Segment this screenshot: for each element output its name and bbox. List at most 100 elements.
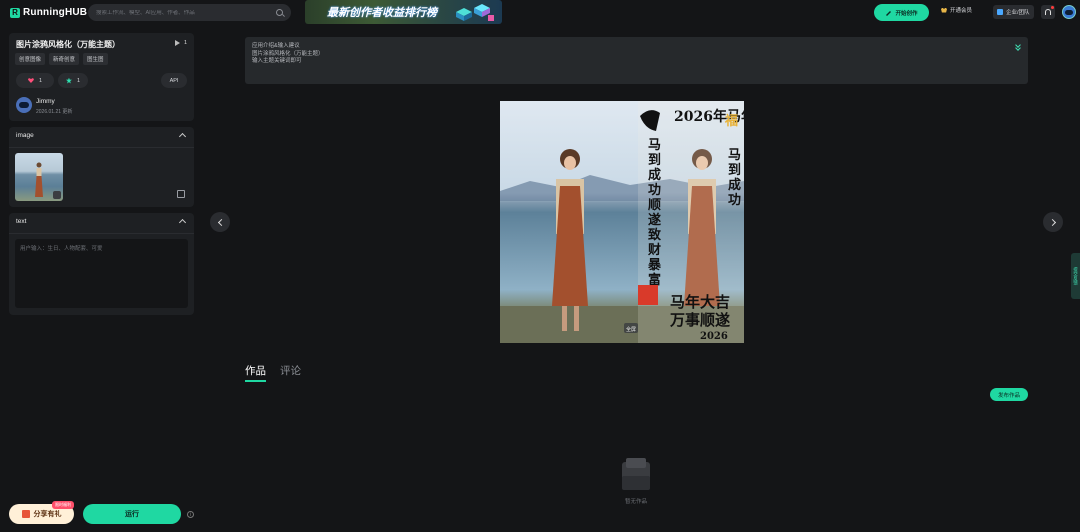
expand-chevron-icon[interactable] bbox=[1015, 42, 1021, 51]
svg-text:到: 到 bbox=[648, 153, 661, 168]
author-name[interactable]: Jimmy bbox=[36, 98, 55, 105]
crown-icon bbox=[941, 7, 947, 13]
poster-artwork: 2026年马年 福 马 到 成 功 顺 遂 致 财 暴 富 马 到 成 功 马年… bbox=[500, 101, 744, 343]
play-icon bbox=[174, 40, 180, 46]
tab-works[interactable]: 作品 bbox=[245, 363, 266, 382]
svg-text:功: 功 bbox=[728, 193, 741, 208]
promo-banner-text: 最新创作者收益排行榜 bbox=[327, 7, 437, 19]
user-avatar[interactable] bbox=[1062, 5, 1076, 19]
avatar-face-icon bbox=[19, 102, 29, 108]
input-image-thumbnail[interactable] bbox=[15, 153, 63, 201]
collapse-chevron-icon[interactable] bbox=[178, 132, 187, 141]
woman-figure-icon bbox=[35, 162, 43, 197]
cubes-illustration-icon bbox=[456, 4, 494, 21]
gift-icon bbox=[21, 510, 30, 518]
brush-icon bbox=[886, 11, 892, 16]
svg-text:成: 成 bbox=[648, 167, 661, 183]
poster-bottom-year: 2026 bbox=[700, 331, 728, 342]
collapse-chevron-icon[interactable] bbox=[178, 218, 187, 227]
favorite-count: 1 bbox=[76, 77, 81, 84]
run-button[interactable]: 运行 bbox=[83, 504, 181, 524]
logo[interactable]: R RunningHUB bbox=[10, 7, 87, 18]
feedback-side-tab[interactable]: 提交反馈 bbox=[1071, 253, 1080, 299]
vip-link[interactable]: 开通会员 bbox=[941, 6, 972, 14]
start-create-button[interactable]: 开始创作 bbox=[874, 4, 929, 21]
like-button[interactable]: 1 bbox=[16, 73, 54, 88]
run-count-value: 1 bbox=[183, 40, 187, 46]
publish-work-button[interactable]: 发布作品 bbox=[990, 388, 1028, 401]
empty-state-text: 暂无作品 bbox=[624, 499, 647, 505]
text-input-panel: text 用户输入：生日、人物配套、可爱 bbox=[9, 213, 194, 315]
text-section-label: text bbox=[16, 218, 27, 225]
logo-icon: R bbox=[10, 7, 20, 18]
search-input[interactable] bbox=[96, 9, 276, 16]
poster-bottom-line1: 马年大吉 bbox=[670, 293, 730, 311]
vip-label: 开通会员 bbox=[950, 8, 973, 14]
top-bar: R RunningHUB 最新创作者收益排行榜 开始创作 开通会员 企业/团队 bbox=[0, 0, 1080, 26]
enterprise-label: 企业/团队 bbox=[1006, 10, 1030, 16]
svg-text:财: 财 bbox=[648, 242, 661, 258]
notification-button[interactable] bbox=[1041, 5, 1055, 19]
svg-text:顺: 顺 bbox=[648, 198, 661, 213]
divider bbox=[9, 233, 194, 234]
workflow-title: 图片涂鸦风格化（万能主题） bbox=[16, 40, 120, 49]
tag[interactable]: 新奇创意 bbox=[49, 53, 80, 65]
svg-text:到: 到 bbox=[728, 163, 741, 178]
tag[interactable]: 创意图像 bbox=[15, 53, 46, 65]
like-count: 1 bbox=[38, 77, 43, 84]
svg-text:遂: 遂 bbox=[648, 212, 661, 228]
tag[interactable]: 图生图 bbox=[83, 53, 108, 65]
chevron-right-icon bbox=[1048, 218, 1056, 226]
next-image-button[interactable] bbox=[1043, 212, 1063, 232]
svg-text:致: 致 bbox=[648, 227, 662, 243]
start-create-label: 开始创作 bbox=[895, 10, 918, 17]
author-avatar[interactable] bbox=[16, 97, 32, 113]
fu-seal-icon bbox=[638, 285, 658, 305]
share-label: 分享有礼 bbox=[33, 511, 62, 518]
poster-left-column: 马 到 成 功 顺 遂 致 财 暴 富 bbox=[647, 138, 662, 288]
limited-badge: 限时福利 bbox=[52, 501, 74, 509]
logo-text: RunningHUB bbox=[23, 7, 88, 18]
svg-text:暴: 暴 bbox=[647, 258, 662, 273]
delete-image-icon[interactable] bbox=[53, 191, 61, 199]
api-button[interactable]: API bbox=[161, 73, 187, 88]
workflow-info-panel: 图片涂鸦风格化（万能主题） 1 创意图像 新奇创意 图生图 1 1 API Ji… bbox=[9, 33, 194, 121]
favorite-button[interactable]: 1 bbox=[58, 73, 88, 88]
tag-list: 创意图像 新奇创意 图生图 bbox=[15, 53, 108, 65]
image-input-panel: image bbox=[9, 127, 194, 207]
run-count: 1 bbox=[174, 40, 187, 46]
poster-right-column: 马 到 成 功 bbox=[728, 148, 741, 208]
empty-box-icon bbox=[622, 458, 650, 490]
result-image[interactable]: 2026年马年 福 马 到 成 功 顺 遂 致 财 暴 富 马 到 成 功 马年… bbox=[500, 101, 744, 343]
svg-text:功: 功 bbox=[648, 183, 661, 198]
text-input[interactable]: 用户输入：生日、人物配套、可爱 bbox=[15, 239, 188, 308]
svg-text:马: 马 bbox=[648, 138, 661, 153]
star-icon bbox=[65, 77, 72, 84]
search-icon[interactable] bbox=[276, 9, 283, 16]
edit-icon[interactable] bbox=[177, 190, 185, 198]
bell-icon bbox=[1045, 9, 1051, 15]
avatar-face-icon bbox=[1065, 9, 1073, 15]
previous-image-button[interactable] bbox=[210, 212, 230, 232]
works-tabs: 作品 评论 bbox=[245, 363, 301, 382]
heart-icon bbox=[27, 78, 34, 83]
fullscreen-overlay-label: 全屏 bbox=[626, 326, 636, 333]
svg-text:马: 马 bbox=[728, 148, 741, 163]
image-section-label: image bbox=[16, 132, 34, 139]
info-icon[interactable]: i bbox=[187, 511, 194, 518]
search-bar[interactable] bbox=[88, 4, 291, 21]
divider bbox=[9, 147, 194, 148]
promo-banner[interactable]: 最新创作者收益排行榜 bbox=[305, 0, 502, 24]
description-line: 图片涂鸦风格化（万能主题） bbox=[252, 50, 324, 57]
fu-character: 福 bbox=[724, 113, 738, 129]
description-line: 输入主题关键词即可 bbox=[252, 58, 302, 64]
description-line: 应用介绍&输入建议 bbox=[252, 43, 300, 49]
poster-bottom-line2: 万事顺遂 bbox=[669, 311, 730, 329]
description-box: 应用介绍&输入建议 图片涂鸦风格化（万能主题） 输入主题关键词即可 bbox=[245, 37, 1028, 84]
chevron-left-icon bbox=[217, 218, 225, 226]
tab-comments[interactable]: 评论 bbox=[280, 363, 301, 382]
svg-text:成: 成 bbox=[728, 177, 741, 193]
notification-dot bbox=[1051, 6, 1054, 9]
updated-date: 2026.01.21 更新 bbox=[36, 109, 73, 115]
enterprise-button[interactable]: 企业/团队 bbox=[993, 5, 1034, 19]
